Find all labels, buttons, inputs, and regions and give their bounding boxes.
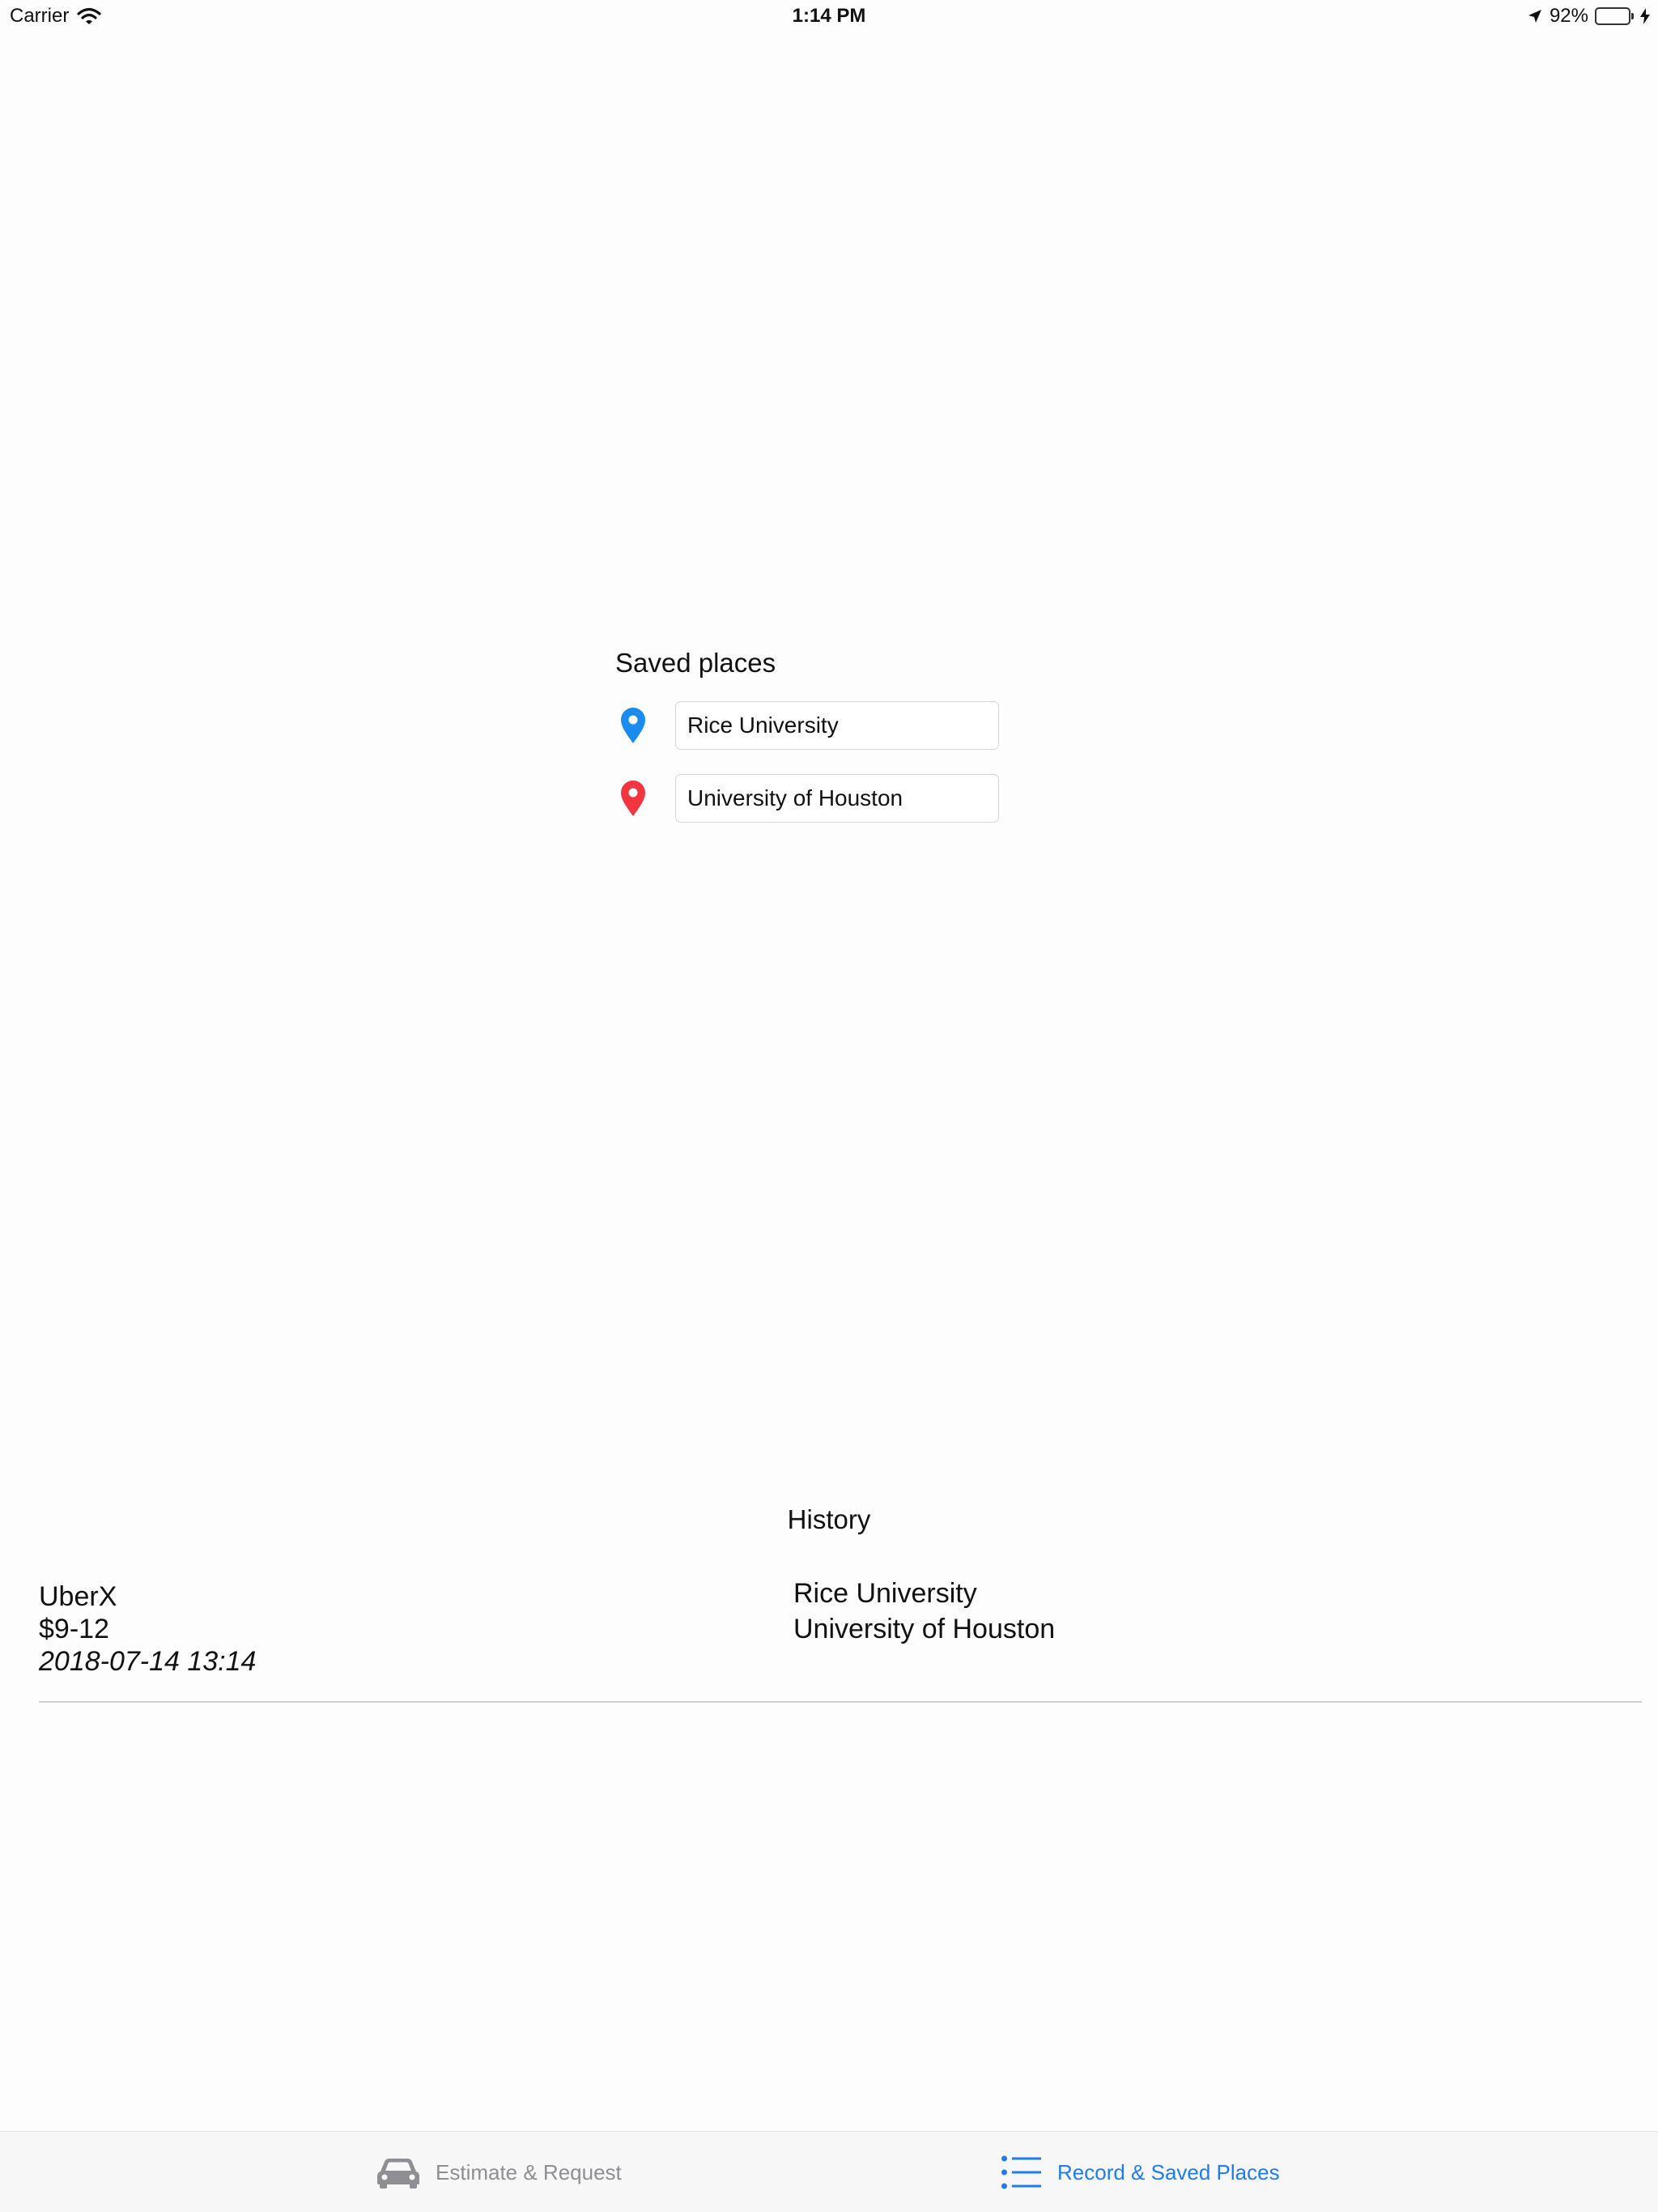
status-right: 92% [1527, 5, 1650, 28]
history-price: $9-12 [39, 1614, 109, 1644]
tab-record-saved-places-label: Record & Saved Places [1057, 2159, 1280, 2184]
history-route: Rice University University of Houston [793, 1576, 1055, 1647]
saved-place-row: University of Houston [615, 774, 1004, 823]
battery-icon [1595, 7, 1634, 25]
history-ride-info: UberX $9-12 2018-07-14 13:14 [39, 1580, 256, 1678]
saved-place-end-field[interactable]: University of Houston [675, 774, 999, 823]
location-arrow-icon [1527, 8, 1543, 24]
saved-place-row: Rice University [615, 701, 1004, 750]
history-end-location: University of Houston [793, 1614, 1056, 1644]
battery-percent: 92% [1549, 5, 1588, 27]
tab-bar: Estimate & Request Record & Saved Places [0, 2131, 1658, 2212]
red-location-pin-icon [617, 779, 649, 818]
history-product: UberX [39, 1581, 117, 1612]
status-bar: Carrier 1:14 PM 92% [0, 0, 1658, 32]
history-start-location: Rice University [793, 1578, 977, 1609]
tab-record-saved-places[interactable]: Record & Saved Places [1001, 2132, 1280, 2212]
screen: Carrier 1:14 PM 92% Saved places Rice Un… [0, 0, 1658, 2212]
history-row-divider [39, 1701, 1642, 1703]
saved-place-start-field[interactable]: Rice University [675, 701, 999, 750]
history-title: History [787, 1504, 871, 1534]
history-datetime: 2018-07-14 13:14 [39, 1646, 257, 1677]
tab-estimate-request[interactable]: Estimate & Request [376, 2132, 622, 2212]
clock: 1:14 PM [792, 5, 866, 27]
charging-bolt-icon [1640, 8, 1650, 24]
blue-location-pin-icon [617, 706, 649, 745]
history-row[interactable]: UberX $9-12 2018-07-14 13:14 Rice Univer… [39, 1576, 1642, 1702]
saved-places-section: Saved places Rice University University … [615, 648, 1004, 823]
saved-places-title: Saved places [615, 648, 776, 678]
list-icon [1001, 2155, 1043, 2190]
car-icon [376, 2155, 421, 2189]
tab-estimate-request-label: Estimate & Request [436, 2159, 622, 2184]
